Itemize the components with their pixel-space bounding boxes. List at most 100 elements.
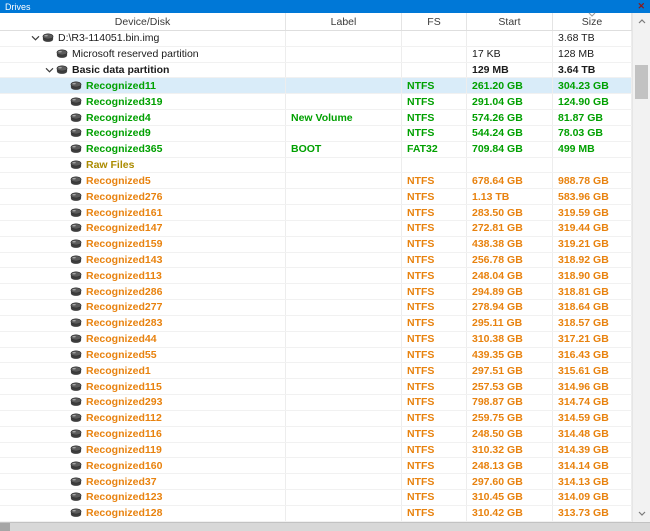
size-cell: 314.14 GB <box>553 458 632 474</box>
horizontal-scrollbar[interactable] <box>0 522 650 531</box>
table-header: Device/Disk Label FS Start Size <box>0 12 632 31</box>
scroll-up-icon[interactable] <box>633 14 650 29</box>
device-cell: Recognized5 <box>0 173 286 189</box>
device-name: Recognized112 <box>86 412 162 425</box>
device-name: Recognized160 <box>86 459 163 472</box>
table-row[interactable]: Recognized277 NTFS 278.94 GB 318.64 GB <box>0 300 632 316</box>
column-header-size[interactable]: Size <box>553 12 632 30</box>
close-icon[interactable]: ✕ <box>637 2 645 11</box>
column-header-device[interactable]: Device/Disk <box>0 13 286 30</box>
table-row[interactable]: Recognized283 NTFS 295.11 GB 318.57 GB <box>0 315 632 332</box>
table-row[interactable]: Recognized276 NTFS 1.13 TB 583.96 GB <box>0 189 632 206</box>
table-row[interactable]: Recognized128 NTFS 310.42 GB 313.73 GB <box>0 505 632 522</box>
table-row[interactable]: Recognized5 NTFS 678.64 GB 988.78 GB <box>0 173 632 190</box>
start-cell: 438.38 GB <box>467 236 553 252</box>
device-cell: Recognized143 <box>0 252 286 268</box>
size-cell: 314.74 GB <box>553 395 632 410</box>
table-row[interactable]: Recognized116 NTFS 248.50 GB 314.48 GB <box>0 426 632 443</box>
table-row[interactable]: D:\R3-114051.bin.img 3.68 TB <box>0 31 632 47</box>
size-cell: 314.48 GB <box>553 426 632 442</box>
start-cell: 259.75 GB <box>467 410 553 426</box>
table-row[interactable]: Raw Files <box>0 157 632 174</box>
table-row[interactable]: Recognized113 NTFS 248.04 GB 318.90 GB <box>0 268 632 285</box>
table-row[interactable]: Recognized293 NTFS 798.87 GB 314.74 GB <box>0 395 632 411</box>
disk-icon <box>70 350 82 360</box>
table-row[interactable]: Microsoft reserved partition 17 KB 128 MB <box>0 46 632 63</box>
device-cell: Recognized123 <box>0 490 286 505</box>
table-row[interactable]: Recognized115 NTFS 257.53 GB 314.96 GB <box>0 379 632 396</box>
table-row[interactable]: Recognized319 NTFS 291.04 GB 124.90 GB <box>0 94 632 111</box>
disk-icon <box>70 445 82 455</box>
disk-icon <box>70 318 82 328</box>
device-cell: Recognized4 <box>0 110 286 125</box>
column-header-start[interactable]: Start <box>467 13 553 30</box>
table-row[interactable]: Recognized9 NTFS 544.24 GB 78.03 GB <box>0 125 632 142</box>
device-cell: Raw Files <box>0 157 286 173</box>
start-cell: 297.51 GB <box>467 363 553 379</box>
table-row[interactable]: Recognized286 NTFS 294.89 GB 318.81 GB <box>0 284 632 301</box>
device-name: Basic data partition <box>72 64 170 77</box>
fs-cell <box>402 62 467 78</box>
size-cell: 124.90 GB <box>553 94 632 110</box>
table-row[interactable]: Recognized1 NTFS 297.51 GB 315.61 GB <box>0 363 632 380</box>
size-cell: 314.13 GB <box>553 474 632 490</box>
label-cell <box>286 78 402 94</box>
table-row[interactable]: Recognized112 NTFS 259.75 GB 314.59 GB <box>0 410 632 427</box>
device-name: Recognized161 <box>86 206 163 219</box>
disk-icon <box>70 176 82 186</box>
table-row[interactable]: Recognized123 NTFS 310.45 GB 314.09 GB <box>0 490 632 506</box>
expand-chevron-icon[interactable] <box>42 67 56 73</box>
scroll-down-icon[interactable] <box>633 506 650 521</box>
fs-cell: NTFS <box>402 268 467 284</box>
fs-cell: NTFS <box>402 220 467 236</box>
fs-cell: NTFS <box>402 284 467 300</box>
table-row[interactable]: Recognized147 NTFS 272.81 GB 319.44 GB <box>0 220 632 237</box>
fs-cell <box>402 46 467 62</box>
column-header-label-label: Label <box>330 15 357 28</box>
disk-icon <box>70 461 82 471</box>
device-name: Recognized123 <box>86 491 163 504</box>
device-cell: Recognized293 <box>0 395 286 410</box>
table-row[interactable]: Recognized55 NTFS 439.35 GB 316.43 GB <box>0 347 632 364</box>
horizontal-scrollbar-cap <box>0 523 10 531</box>
disk-icon <box>70 413 82 423</box>
table-row[interactable]: Recognized44 NTFS 310.38 GB 317.21 GB <box>0 331 632 348</box>
disk-icon <box>70 302 82 312</box>
start-cell: 295.11 GB <box>467 315 553 331</box>
table-row[interactable]: Recognized4 New Volume NTFS 574.26 GB 81.87 … <box>0 110 632 126</box>
column-header-label[interactable]: Label <box>286 13 402 30</box>
size-cell <box>553 157 632 173</box>
device-cell: Basic data partition <box>0 62 286 78</box>
table-row[interactable]: Recognized365 BOOT FAT32 709.84 GB 499 MB <box>0 141 632 158</box>
size-cell: 304.23 GB <box>553 78 632 94</box>
scrollbar-thumb[interactable] <box>635 65 648 99</box>
start-cell: 798.87 GB <box>467 395 553 410</box>
panel-titlebar[interactable]: Drives ✕ <box>0 0 650 13</box>
table-row[interactable]: Recognized119 NTFS 310.32 GB 314.39 GB <box>0 442 632 459</box>
fs-cell: NTFS <box>402 347 467 363</box>
table-row[interactable]: Recognized37 NTFS 297.60 GB 314.13 GB <box>0 474 632 491</box>
start-cell: 261.20 GB <box>467 78 553 94</box>
table-row[interactable]: Recognized11 NTFS 261.20 GB 304.23 GB <box>0 78 632 95</box>
table-row[interactable]: Recognized160 NTFS 248.13 GB 314.14 GB <box>0 458 632 475</box>
expand-chevron-icon[interactable] <box>28 35 42 42</box>
vertical-scrollbar[interactable] <box>632 13 650 522</box>
size-cell: 319.44 GB <box>553 220 632 236</box>
table-row[interactable]: Recognized159 NTFS 438.38 GB 319.21 GB <box>0 236 632 253</box>
device-cell: Recognized112 <box>0 410 286 426</box>
disk-icon <box>70 160 82 170</box>
start-cell: 439.35 GB <box>467 347 553 363</box>
table-row[interactable]: Recognized161 NTFS 283.50 GB 319.59 GB <box>0 205 632 221</box>
device-name: Recognized119 <box>86 443 162 456</box>
device-cell: Recognized283 <box>0 315 286 331</box>
fs-cell: NTFS <box>402 110 467 125</box>
table-row[interactable]: Basic data partition 129 MB 3.64 TB <box>0 62 632 79</box>
column-header-fs[interactable]: FS <box>402 13 467 30</box>
table-row[interactable]: Recognized143 NTFS 256.78 GB 318.92 GB <box>0 252 632 269</box>
